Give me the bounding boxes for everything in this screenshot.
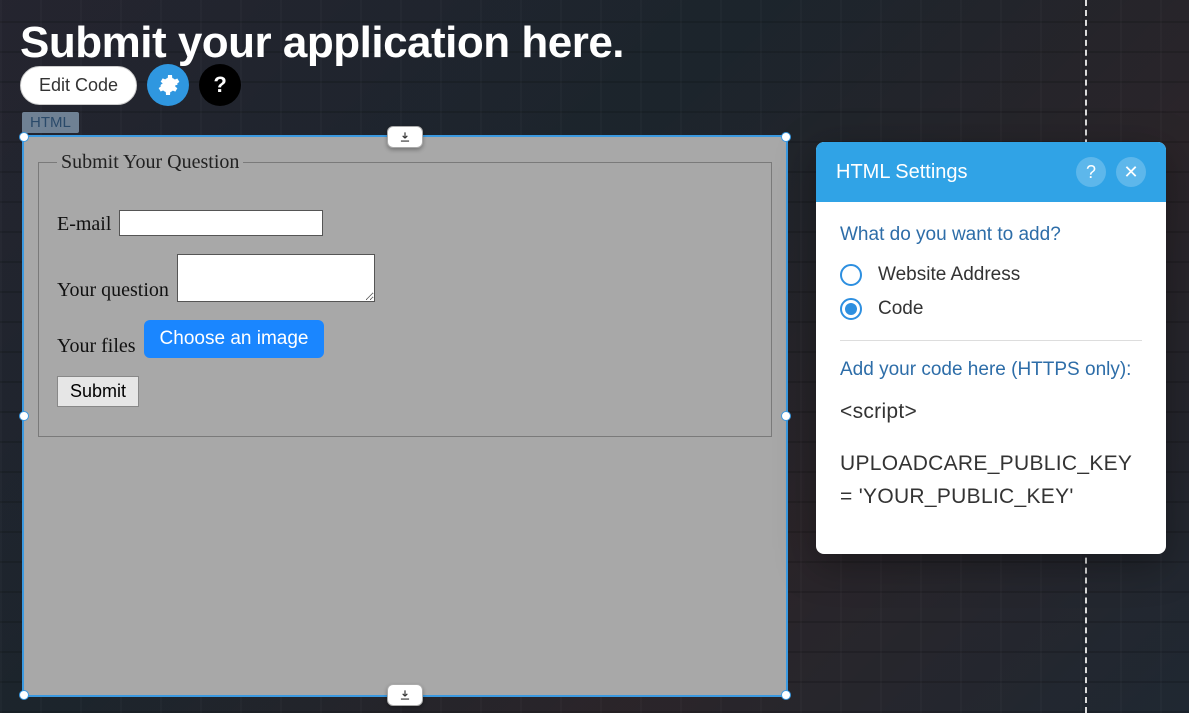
close-icon: ✕ bbox=[1123, 162, 1138, 183]
panel-help-button[interactable]: ? bbox=[1076, 157, 1106, 187]
question-mark-icon: ? bbox=[1086, 162, 1096, 183]
question-label: Your question bbox=[57, 279, 169, 302]
help-button[interactable]: ? bbox=[199, 64, 241, 106]
editor-toolbar: Edit Code ? bbox=[20, 64, 241, 106]
resize-handle-bottom-right[interactable] bbox=[781, 690, 791, 700]
resize-handle-top-left[interactable] bbox=[19, 132, 29, 142]
attach-top-button[interactable] bbox=[387, 126, 423, 148]
radio-label: Website Address bbox=[878, 264, 1020, 286]
submit-row: Submit bbox=[57, 376, 753, 407]
email-row: E-mail bbox=[57, 210, 753, 236]
radio-website-address[interactable]: Website Address bbox=[840, 264, 1142, 286]
submit-button[interactable]: Submit bbox=[57, 376, 139, 407]
html-element-badge: HTML bbox=[22, 112, 79, 133]
question-field[interactable] bbox=[177, 254, 375, 302]
radio-icon bbox=[840, 264, 862, 286]
code-preview[interactable]: <script> UPLOADCARE_PUBLIC_KEY = 'YOUR_P… bbox=[840, 395, 1142, 514]
radio-code[interactable]: Code bbox=[840, 298, 1142, 320]
radio-icon bbox=[840, 298, 862, 320]
panel-title: HTML Settings bbox=[836, 161, 968, 184]
question-row: Your question bbox=[57, 254, 753, 302]
panel-prompt: What do you want to add? bbox=[840, 224, 1142, 246]
html-widget-frame[interactable]: Submit Your Question E-mail Your questio… bbox=[22, 135, 788, 697]
resize-handle-bottom-left[interactable] bbox=[19, 690, 29, 700]
email-label: E-mail bbox=[57, 213, 111, 236]
html-settings-panel: HTML Settings ? ✕ What do you want to ad… bbox=[816, 142, 1166, 554]
panel-divider bbox=[840, 340, 1142, 341]
email-field[interactable] bbox=[119, 210, 323, 236]
panel-body: What do you want to add? Website Address… bbox=[816, 202, 1166, 536]
download-icon bbox=[398, 688, 412, 702]
choose-image-button[interactable]: Choose an image bbox=[144, 320, 325, 358]
panel-close-button[interactable]: ✕ bbox=[1116, 157, 1146, 187]
panel-header-icons: ? ✕ bbox=[1076, 157, 1146, 187]
add-code-label: Add your code here (HTTPS only): bbox=[840, 359, 1142, 381]
files-row: Your files Choose an image bbox=[57, 320, 753, 358]
attach-bottom-button[interactable] bbox=[387, 684, 423, 706]
page-title: Submit your application here. bbox=[20, 18, 624, 68]
settings-button[interactable] bbox=[147, 64, 189, 106]
radio-label: Code bbox=[878, 298, 923, 320]
gear-icon bbox=[156, 73, 180, 97]
code-line: UPLOADCARE_PUBLIC_KEY = 'YOUR_PUBLIC_KEY… bbox=[840, 447, 1142, 514]
resize-handle-top-right[interactable] bbox=[781, 132, 791, 142]
panel-header: HTML Settings ? ✕ bbox=[816, 142, 1166, 202]
code-line: <script> bbox=[840, 395, 1142, 429]
edit-code-button[interactable]: Edit Code bbox=[20, 66, 137, 105]
resize-handle-left[interactable] bbox=[19, 411, 29, 421]
question-mark-icon: ? bbox=[213, 72, 226, 98]
code-blank-line bbox=[840, 429, 1142, 447]
resize-handle-right[interactable] bbox=[781, 411, 791, 421]
form-legend: Submit Your Question bbox=[57, 151, 243, 174]
download-icon bbox=[398, 130, 412, 144]
question-form: Submit Your Question E-mail Your questio… bbox=[38, 151, 772, 437]
files-label: Your files bbox=[57, 335, 136, 358]
